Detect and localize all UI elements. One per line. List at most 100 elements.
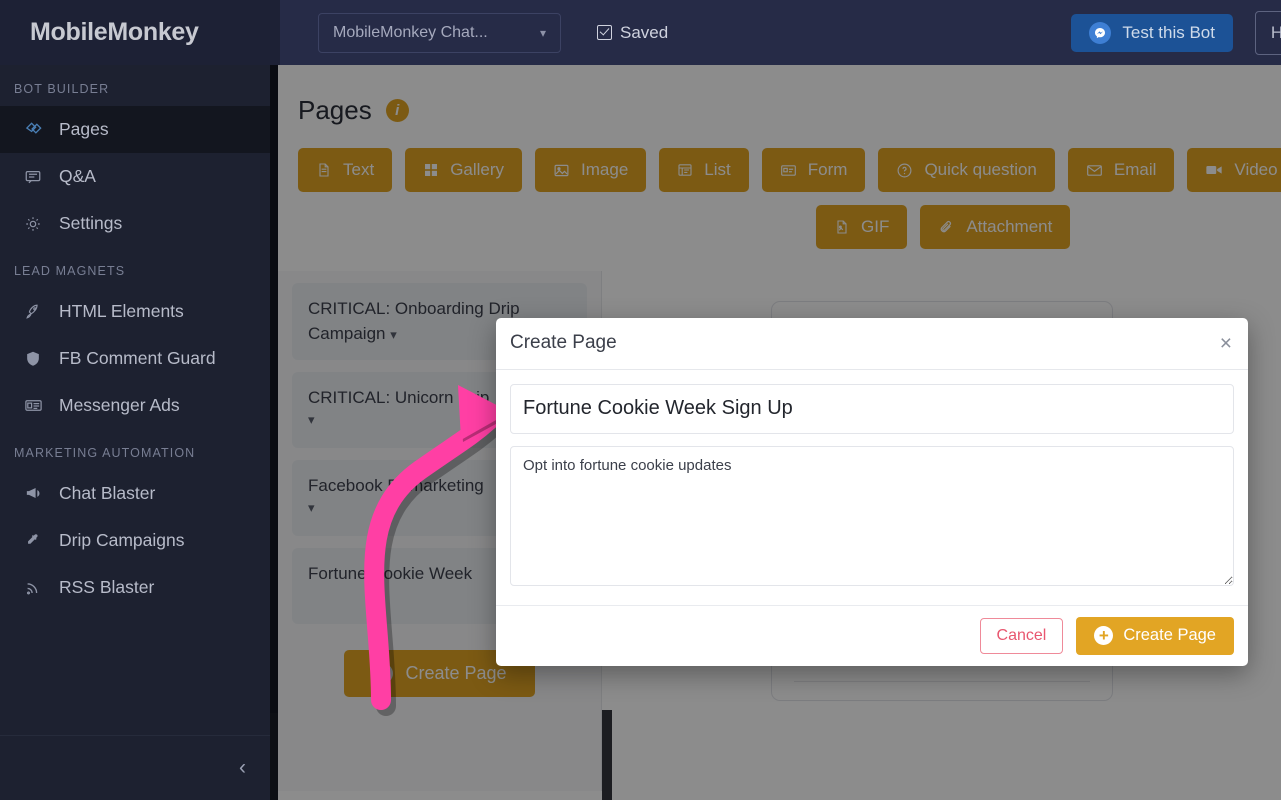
bot-selector[interactable]: MobileMonkey Chat... ▾ xyxy=(318,12,561,53)
help-button-label: H xyxy=(1270,22,1281,42)
pages-icon xyxy=(22,120,44,139)
envelope-icon xyxy=(1086,164,1102,176)
sidebar: BOT BUILDER Pages Q&A Settings LEAD MAGN… xyxy=(0,65,270,800)
sidebar-item-label: Messenger Ads xyxy=(59,395,180,415)
widget-button-label: List xyxy=(704,160,731,179)
widget-button-text[interactable]: Text xyxy=(298,148,393,192)
image-icon xyxy=(554,164,569,176)
paperclip-icon xyxy=(941,220,952,232)
sidebar-item-label: Drip Campaigns xyxy=(59,530,185,550)
widget-button-image[interactable]: Image xyxy=(535,148,647,192)
page-title: Pages xyxy=(298,95,372,125)
close-icon[interactable]: × xyxy=(1220,333,1232,354)
question-circle-icon xyxy=(897,163,912,177)
cancel-button-label: Cancel xyxy=(996,626,1047,644)
sidebar-item-html-elements[interactable]: HTML Elements xyxy=(0,288,270,335)
cancel-button[interactable]: Cancel xyxy=(979,617,1064,654)
sidebar-item-label: Pages xyxy=(59,119,109,139)
sidebar-item-label: Q&A xyxy=(59,166,96,186)
test-this-bot-button[interactable]: Test this Bot xyxy=(1071,13,1233,52)
modal-create-page-label: Create Page xyxy=(1123,626,1216,645)
widget-button-label: Text xyxy=(343,160,375,179)
megaphone-icon xyxy=(22,484,44,503)
page-item-name: Fortune Cookie Week xyxy=(308,564,473,584)
widget-button-row-1: Text Gallery Image List Form Quick quest… xyxy=(278,126,1281,192)
checkbox-checked-icon xyxy=(597,25,612,40)
page-description-textarea[interactable]: Opt into fortune cookie updates xyxy=(510,445,1234,586)
sidebar-collapse-button[interactable]: ‹ xyxy=(0,735,270,800)
sidebar-item-fb-comment-guard[interactable]: FB Comment Guard xyxy=(0,335,270,382)
widget-button-label: GIF xyxy=(861,217,890,236)
widget-button-label: Image xyxy=(581,160,629,179)
saved-label: Saved xyxy=(620,22,669,42)
saved-status: Saved xyxy=(597,23,668,43)
sidebar-item-label: HTML Elements xyxy=(59,301,184,321)
sidebar-section-bot-builder: BOT BUILDER xyxy=(14,82,110,96)
page-name-input[interactable] xyxy=(510,383,1234,434)
chevron-down-icon: ▾ xyxy=(539,25,546,40)
gif-file-icon xyxy=(837,220,847,234)
widget-button-gallery[interactable]: Gallery xyxy=(405,148,523,192)
create-page-button-label: Create Page xyxy=(405,663,507,684)
plus-circle-icon: + xyxy=(372,663,394,685)
widget-button-email[interactable]: Email xyxy=(1067,148,1175,192)
content-scrollbar[interactable] xyxy=(602,710,612,800)
chevron-left-icon: ‹ xyxy=(239,756,246,779)
help-button[interactable]: H xyxy=(1255,10,1281,55)
modal-header: Create Page × xyxy=(496,318,1248,370)
document-icon xyxy=(319,163,329,177)
sidebar-section-marketing-automation: MARKETING AUTOMATION xyxy=(14,446,196,460)
modal-footer: Cancel + Create Page xyxy=(496,604,1248,666)
sidebar-item-label: Chat Blaster xyxy=(59,483,156,503)
page-title-row: Pages i xyxy=(298,95,1281,126)
brand-cell: MobileMonkey xyxy=(0,0,280,65)
top-bar: MobileMonkey MobileMonkey Chat... ▾ Save… xyxy=(0,0,1281,65)
widget-button-label: Attachment xyxy=(966,217,1053,236)
eyedropper-icon xyxy=(22,532,44,550)
sidebar-item-drip-campaigns[interactable]: Drip Campaigns xyxy=(0,517,270,564)
top-bar-actions: Test this Bot H xyxy=(1071,0,1281,65)
sidebar-item-label: FB Comment Guard xyxy=(59,348,216,368)
list-icon xyxy=(678,164,692,176)
sidebar-item-label: RSS Blaster xyxy=(59,577,155,597)
rss-icon xyxy=(22,579,44,597)
app-logo-text: MobileMonkey xyxy=(30,18,199,46)
widget-button-form[interactable]: Form xyxy=(761,148,866,192)
widget-button-list[interactable]: List xyxy=(659,148,749,192)
sidebar-item-pages[interactable]: Pages xyxy=(0,106,270,153)
sidebar-item-rss-blaster[interactable]: RSS Blaster xyxy=(0,564,270,611)
bot-selector-value: MobileMonkey Chat... xyxy=(333,23,488,41)
info-icon[interactable]: i xyxy=(385,99,409,122)
app-root: MobileMonkey MobileMonkey Chat... ▾ Save… xyxy=(0,0,1281,800)
widget-button-label: Quick question xyxy=(924,160,1037,179)
plus-circle-icon: + xyxy=(1094,626,1114,646)
widget-button-row-2: GIF Attachment xyxy=(278,192,1281,249)
chat-bubble-icon xyxy=(22,168,44,186)
sidebar-item-chat-blaster[interactable]: Chat Blaster xyxy=(0,470,270,517)
modal-body: Opt into fortune cookie updates xyxy=(496,370,1248,605)
messenger-icon xyxy=(1089,21,1112,44)
widget-button-video[interactable]: Video xyxy=(1187,148,1281,192)
test-this-bot-label: Test this Bot xyxy=(1122,22,1215,42)
video-camera-icon xyxy=(1206,165,1223,175)
sidebar-item-settings[interactable]: Settings xyxy=(0,200,270,247)
sidebar-section-lead-magnets: LEAD MAGNETS xyxy=(14,264,126,278)
sidebar-item-messenger-ads[interactable]: Messenger Ads xyxy=(0,382,270,429)
chevron-down-icon[interactable]: ▾ xyxy=(390,327,397,342)
sidebar-scrollbar[interactable] xyxy=(270,65,278,713)
widget-button-gif[interactable]: GIF xyxy=(816,205,908,249)
ad-card-icon xyxy=(22,396,44,415)
main-header: Pages i xyxy=(278,65,1281,126)
widget-button-quick-question[interactable]: Quick question xyxy=(878,148,1055,192)
widget-button-label: Email xyxy=(1113,160,1157,179)
shield-icon xyxy=(22,350,44,368)
page-item-name: CRITICAL: Onboarding Drip Campaign xyxy=(308,299,520,343)
modal-create-page-button[interactable]: + Create Page xyxy=(1076,616,1234,655)
sidebar-item-label: Settings xyxy=(59,213,123,233)
sidebar-item-qa[interactable]: Q&A xyxy=(0,153,270,200)
widget-button-label: Video xyxy=(1234,160,1278,179)
gear-icon xyxy=(22,215,44,233)
form-card-icon xyxy=(780,164,796,176)
rocket-icon xyxy=(22,303,44,321)
widget-button-attachment[interactable]: Attachment xyxy=(920,205,1071,249)
